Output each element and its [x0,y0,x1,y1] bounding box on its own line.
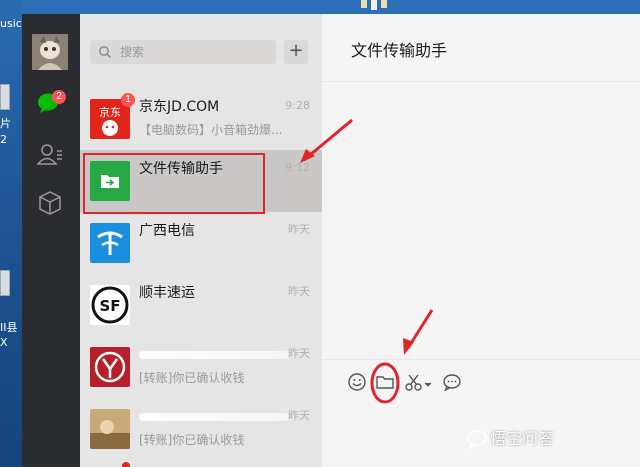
search-icon [99,46,111,58]
avatar-photo-icon [32,34,68,70]
avatar[interactable] [32,34,68,70]
chat-time: 昨天 [288,285,310,298]
redacted-name [139,413,289,421]
chat-list-panel: 搜索 + 京东 1 京东JD.COM 9:28 【电脑数码】小音箱劲爆... 文… [80,14,322,467]
chat-time: 昨天 [288,347,310,360]
chat-time: 昨天 [288,409,310,422]
desktop-top-strip [22,0,640,14]
redacted-name [139,351,289,359]
emoji-icon[interactable] [347,372,367,392]
desktop-label-2: 2 [0,133,7,146]
favorites-nav-button[interactable] [36,190,64,216]
chat-preview: 【电脑数码】小音箱劲爆... [139,123,283,137]
desktop-label-top: usic [0,17,22,30]
annotation-highlight-box [83,153,265,214]
chat-unread-badge: 2 [52,90,66,104]
scissors-icon[interactable] [404,372,432,392]
input-divider [322,359,640,360]
desktop-label-1: 片 [0,117,11,130]
watermark-logo-icon: ? [467,430,487,450]
chat-item-telecom[interactable]: 广西电信 昨天 [80,212,322,274]
desktop-top-icon [361,0,387,10]
chat-item-jd[interactable]: 京东 1 京东JD.COM 9:28 【电脑数码】小音箱劲爆... [80,88,322,150]
chat-name: 京东JD.COM [139,99,220,115]
desktop-background: usic 片 2 II县 X [0,0,22,467]
chat-name: 广西电信 [139,223,195,239]
jd-unread-badge: 1 [121,93,135,107]
favorites-cube-icon [39,191,61,215]
chat-preview: [转账]你已确认收钱 [139,433,245,447]
chat-item-file-transfer[interactable]: 文件传输助手 9:12 [80,150,322,214]
contact-photo-icon [90,409,130,449]
chat-bubble-icon[interactable] [442,372,462,392]
svg-text:SF: SF [99,297,120,315]
chat-nav-button[interactable]: 2 [36,90,66,116]
desktop-doc-icon[interactable] [0,270,10,296]
chat-time: 9:28 [285,99,310,112]
add-chat-button[interactable]: + [284,40,308,64]
chat-title: 文件传输助手 [351,41,448,60]
contacts-icon [36,144,62,165]
chat-time: 9:12 [285,161,310,174]
contacts-nav-button[interactable] [36,142,64,168]
chat-item-contact-2[interactable]: 昨天 [转账]你已确认收钱 [80,398,322,460]
search-input[interactable]: 搜索 [90,40,276,64]
sf-express-logo-icon: SF [90,285,130,325]
chat-time: 昨天 [288,223,310,236]
contact-avatar-icon [90,347,130,387]
nav-bar: 2 [22,14,80,467]
folder-icon[interactable] [375,372,395,392]
watermark-text: 悟空问答 [490,429,555,448]
desktop-file-icon[interactable] [0,84,10,110]
svg-text:?: ? [475,435,480,445]
chat-panel: 文件传输助手 [322,14,640,467]
chat-item-sf-express[interactable]: SF 顺丰速运 昨天 [80,274,322,336]
telecom-logo-icon [90,223,130,263]
desktop-label-3: II县 [0,321,18,334]
desktop-label-4: X [0,336,8,349]
chat-item-contact-1[interactable]: 昨天 [转账]你已确认收钱 [80,336,322,398]
svg-text:京东: 京东 [99,105,121,119]
chat-preview: [转账]你已确认收钱 [139,371,245,385]
header-divider [322,81,640,82]
chat-name: 顺丰速运 [139,285,195,301]
wechat-window: 2 搜索 + 京东 1 京东JD.COM 9:28 【电脑数码】小音箱劲爆...… [22,14,640,467]
search-placeholder: 搜索 [120,45,145,59]
